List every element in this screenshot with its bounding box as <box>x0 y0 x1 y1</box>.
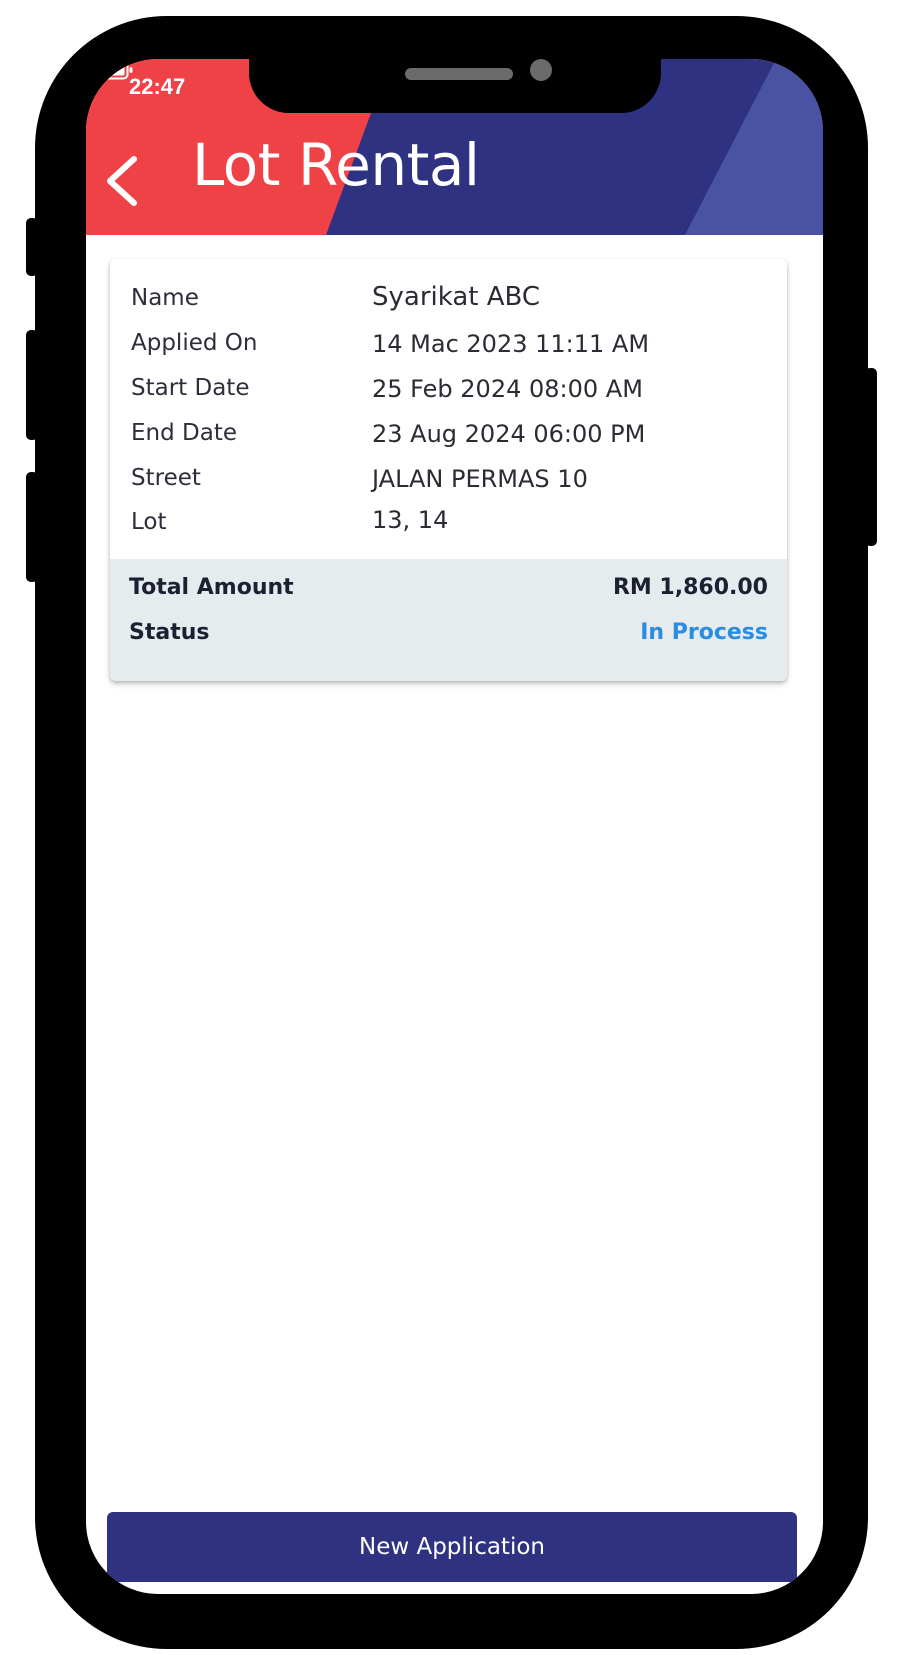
speaker-grille <box>405 68 513 80</box>
app-header: 22:47 Lot Rental <box>86 59 823 235</box>
detail-row-lot: Lot 13, 14 <box>131 506 771 549</box>
new-application-button[interactable]: New Application <box>107 1512 797 1582</box>
detail-row-street: Street JALAN PERMAS 10 <box>131 465 771 505</box>
battery-full-icon <box>86 60 133 80</box>
status-badge: In Process <box>640 620 768 645</box>
detail-label: Start Date <box>131 375 250 401</box>
detail-value: JALAN PERMAS 10 <box>372 465 588 493</box>
front-camera <box>530 59 552 81</box>
detail-value: 23 Aug 2024 06:00 PM <box>372 420 646 448</box>
detail-value: 13, 14 <box>372 506 449 534</box>
detail-label: Applied On <box>131 330 258 356</box>
detail-label: Lot <box>131 509 167 535</box>
detail-row-end-date: End Date 23 Aug 2024 06:00 PM <box>131 420 771 460</box>
detail-row-name: Name Syarikat ABC <box>131 282 771 325</box>
chevron-left-icon <box>107 156 137 206</box>
status-time: 22:47 <box>129 74 186 99</box>
detail-row-start-date: Start Date 25 Feb 2024 08:00 AM <box>131 375 771 415</box>
app-screen: 22:47 Lot Rental Name Syarikat ABC Appli… <box>86 59 823 1594</box>
detail-value: Syarikat ABC <box>372 282 541 312</box>
status-label: Status <box>129 620 210 645</box>
detail-value: 14 Mac 2023 11:11 AM <box>372 330 650 358</box>
total-amount-value: RM 1,860.00 <box>612 575 768 600</box>
detail-row-applied-on: Applied On 14 Mac 2023 11:11 AM <box>131 330 771 370</box>
detail-label: Name <box>131 285 199 311</box>
page-title: Lot Rental <box>192 131 480 199</box>
summary-section: Total Amount RM 1,860.00 Status In Proce… <box>110 559 787 681</box>
detail-label: End Date <box>131 420 237 446</box>
phone-mockup: 22:47 Lot Rental Name Syarikat ABC Appli… <box>0 0 903 1655</box>
application-card[interactable]: Name Syarikat ABC Applied On 14 Mac 2023… <box>110 259 787 681</box>
detail-label: Street <box>131 465 201 491</box>
back-button[interactable] <box>100 153 142 209</box>
detail-value: 25 Feb 2024 08:00 AM <box>372 375 643 403</box>
total-amount-label: Total Amount <box>129 575 294 600</box>
